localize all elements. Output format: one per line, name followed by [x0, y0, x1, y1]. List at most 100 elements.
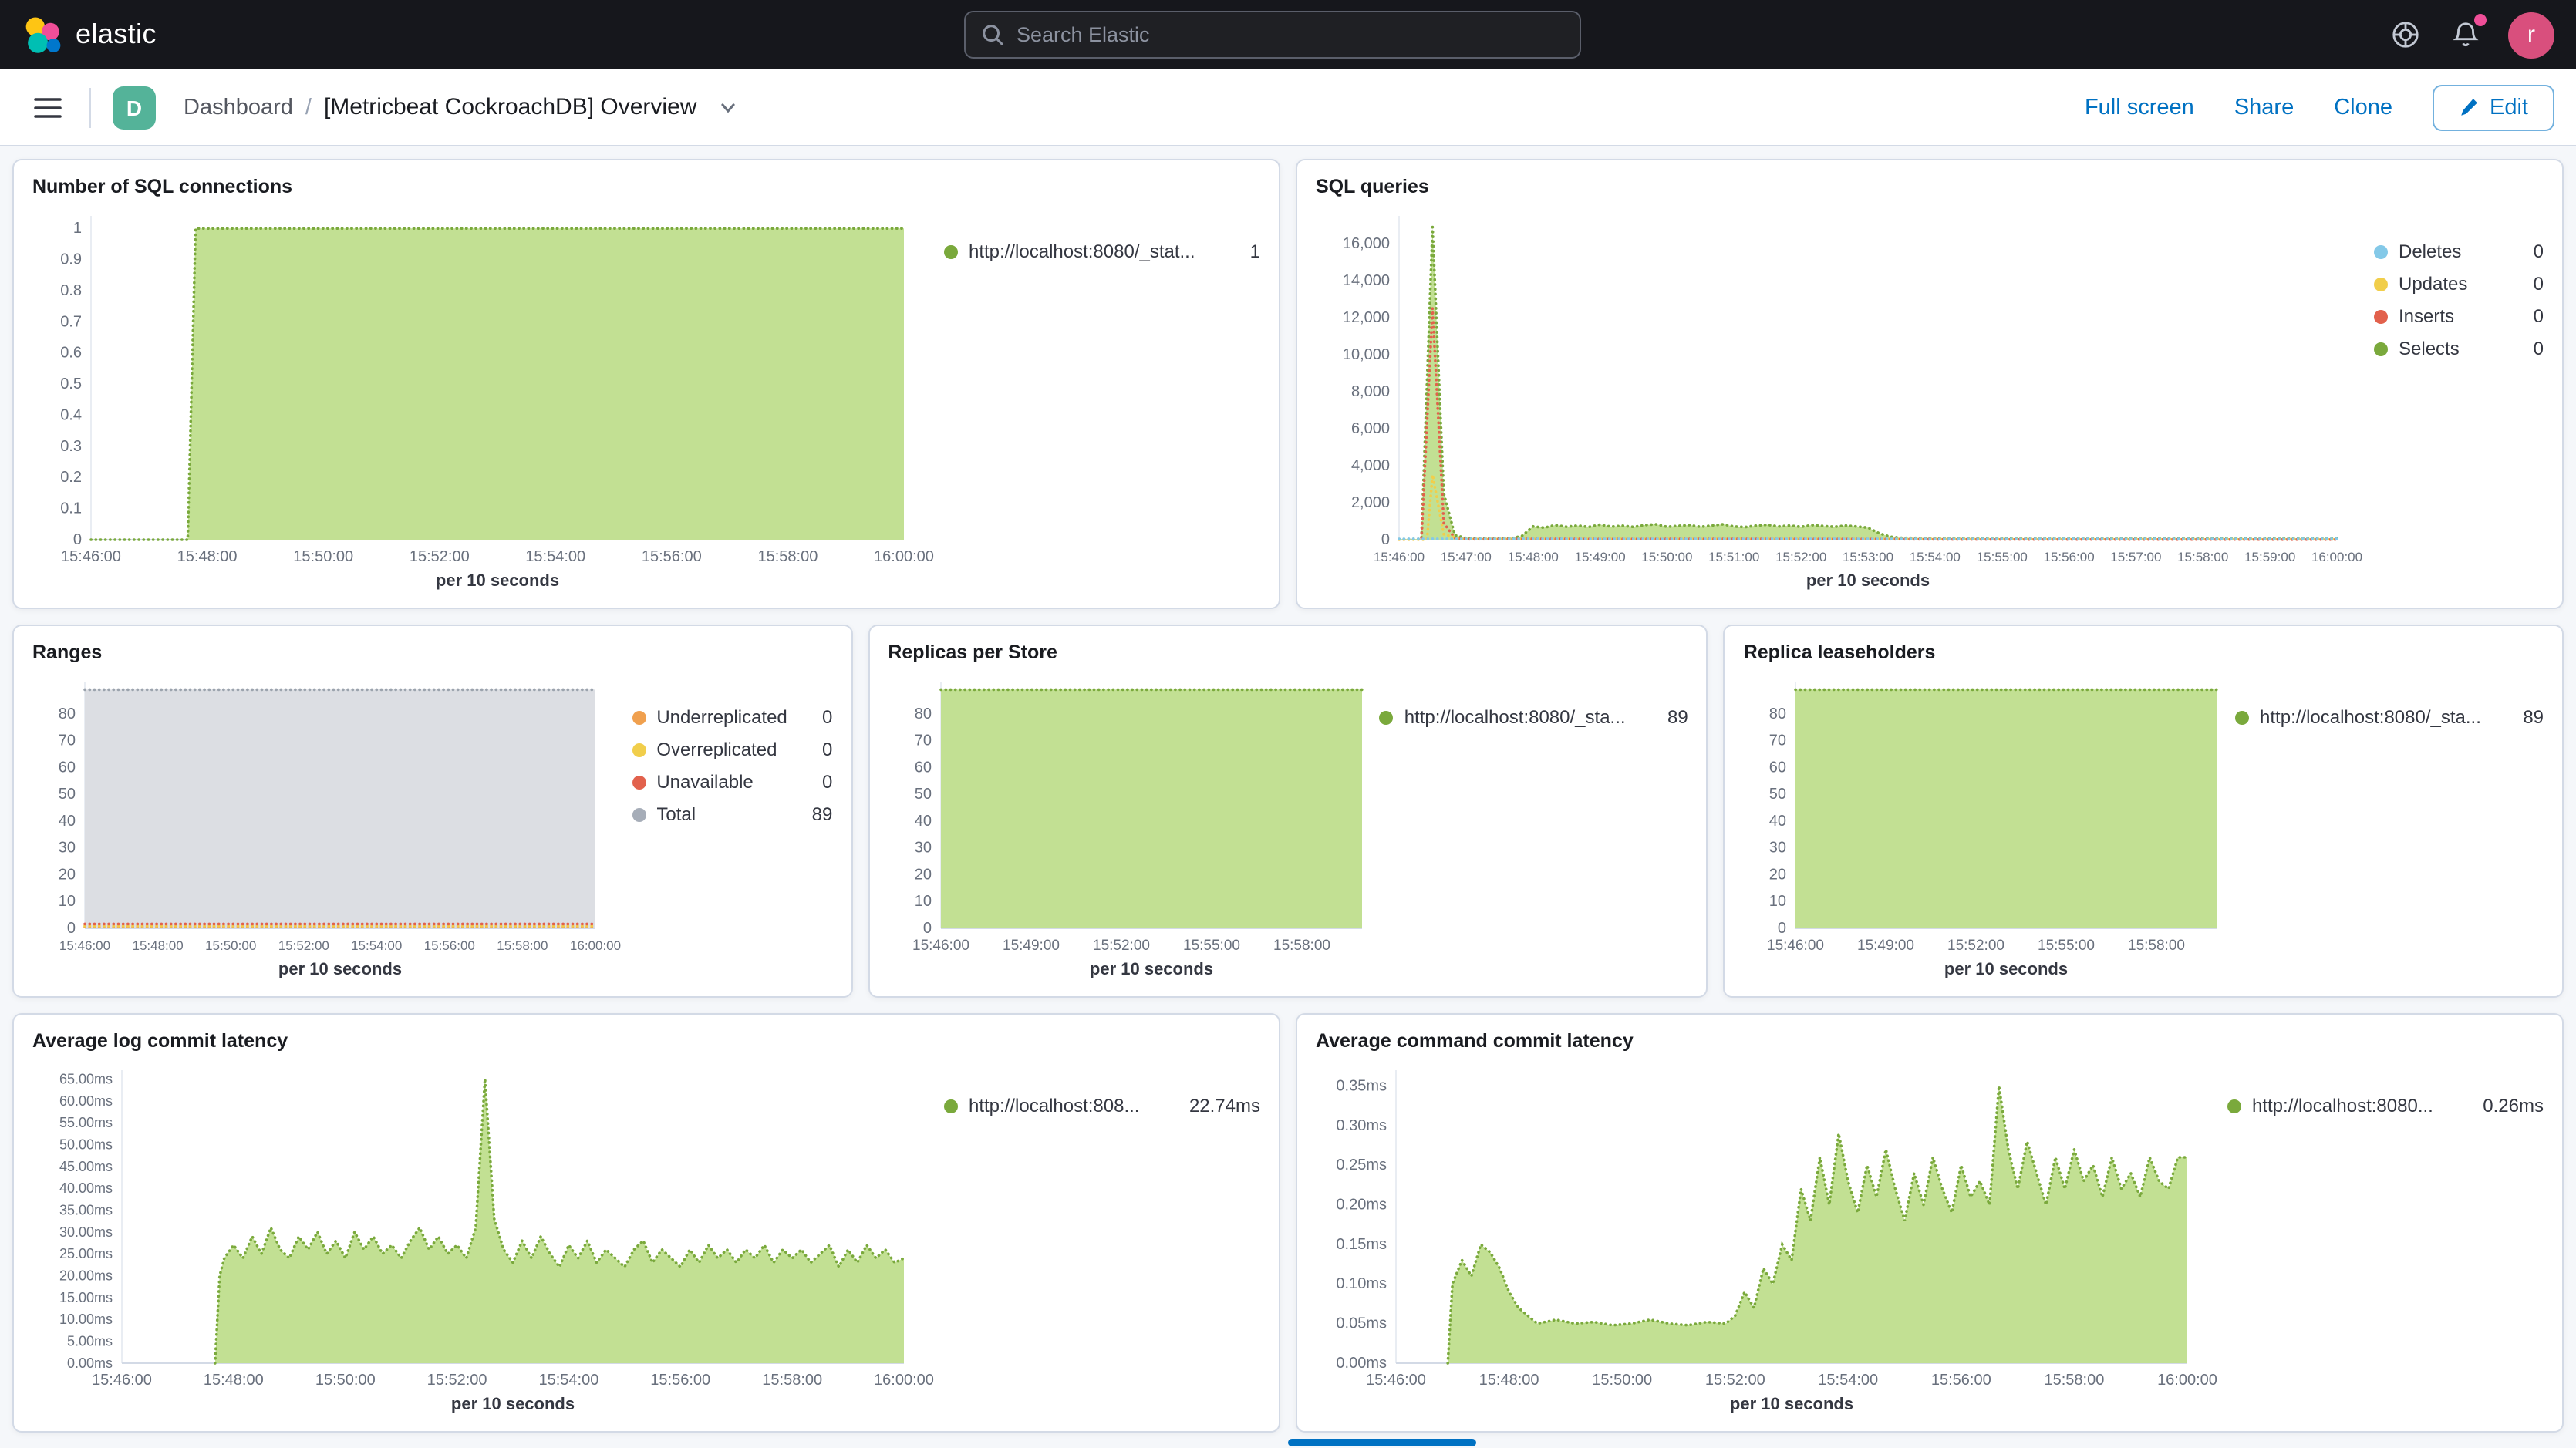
legend-value: 0 [822, 739, 832, 760]
dashboard-row-3: Average log commit latency 0.00ms5.00ms1… [12, 1013, 2564, 1433]
legend-value: 0 [822, 771, 832, 793]
svg-text:15:56:00: 15:56:00 [2044, 550, 2095, 564]
svg-text:80: 80 [59, 705, 76, 722]
svg-text:15.00ms: 15.00ms [59, 1290, 113, 1305]
user-avatar[interactable]: r [2508, 12, 2554, 58]
svg-text:15:54:00: 15:54:00 [538, 1372, 598, 1389]
legend-item[interactable]: http://localhost:8080/_sta...89 [1380, 706, 1688, 728]
legend-item[interactable]: Unavailable0 [632, 771, 832, 793]
svg-text:per 10 seconds: per 10 seconds [1806, 571, 1930, 590]
menu-icon[interactable] [22, 86, 74, 129]
edit-button[interactable]: Edit [2433, 84, 2554, 130]
legend-label: http://localhost:8080/_stat... [969, 241, 1239, 262]
svg-text:15:47:00: 15:47:00 [1441, 550, 1492, 564]
legend-label: http://localhost:8080... [2252, 1095, 2472, 1116]
legend-item[interactable]: Inserts0 [2374, 305, 2544, 327]
legend-dot [2235, 710, 2249, 724]
svg-text:per 10 seconds: per 10 seconds [436, 571, 559, 590]
svg-text:per 10 seconds: per 10 seconds [1945, 959, 2069, 978]
legend-value: 89 [812, 803, 833, 825]
global-search[interactable] [964, 11, 1581, 59]
legend-item[interactable]: Overreplicated 0 [632, 739, 832, 760]
avg-command-commit-latency-chart[interactable]: 0.00ms0.05ms0.10ms0.15ms0.20ms0.25ms0.30… [1316, 1055, 2227, 1419]
replica-leaseholders-chart[interactable]: 0102030405060708015:46:0015:49:0015:52:0… [1744, 666, 2235, 984]
svg-text:0.2: 0.2 [60, 469, 82, 486]
svg-text:30: 30 [59, 840, 76, 857]
full-screen-button[interactable]: Full screen [2085, 95, 2194, 120]
chevron-down-icon[interactable] [712, 92, 743, 123]
panel-title: Number of SQL connections [32, 176, 1260, 197]
legend-item[interactable]: http://localhost:8080/_stat...1 [944, 241, 1260, 262]
svg-text:15:58:00: 15:58:00 [762, 1372, 822, 1389]
svg-text:12,000: 12,000 [1343, 309, 1390, 326]
help-icon[interactable] [2388, 17, 2423, 52]
panel-title: Ranges [32, 641, 832, 663]
legend-label: Overreplicated [656, 739, 811, 760]
search-input[interactable] [1017, 23, 1564, 46]
space-badge[interactable]: D [113, 86, 156, 129]
svg-text:15:51:00: 15:51:00 [1708, 550, 1759, 564]
legend-item[interactable]: Deletes0 [2374, 241, 2544, 262]
svg-text:15:46:00: 15:46:00 [1374, 550, 1425, 564]
legend-label: http://localhost:8080/_sta... [1404, 706, 1657, 728]
svg-text:4,000: 4,000 [1351, 457, 1390, 474]
svg-text:per 10 seconds: per 10 seconds [451, 1394, 575, 1413]
breadcrumb-separator: / [305, 95, 312, 120]
breadcrumb: Dashboard / [Metricbeat CockroachDB] Ove… [184, 92, 743, 123]
svg-text:50.00ms: 50.00ms [59, 1137, 113, 1152]
page-title: [Metricbeat CockroachDB] Overview [324, 94, 697, 120]
svg-text:15:55:00: 15:55:00 [1977, 550, 2028, 564]
panel-title: Average log commit latency [32, 1030, 1260, 1052]
breadcrumb-dashboard[interactable]: Dashboard [184, 95, 293, 120]
svg-text:0.00ms: 0.00ms [1336, 1355, 1387, 1372]
legend-item[interactable]: http://localhost:808...22.74ms [944, 1095, 1260, 1116]
legend-item[interactable]: Total89 [632, 803, 832, 825]
svg-text:30: 30 [914, 840, 931, 857]
clone-button[interactable]: Clone [2334, 95, 2392, 120]
svg-text:20: 20 [1769, 866, 1786, 883]
legend-value: 0 [822, 706, 832, 728]
legend-item[interactable]: Underreplicated0 [632, 706, 832, 728]
ranges-chart[interactable]: 0102030405060708015:46:0015:48:0015:50:0… [32, 666, 632, 984]
dashboard-toolbar: D Dashboard / [Metricbeat CockroachDB] O… [0, 69, 2576, 146]
legend-item[interactable]: Selects0 [2374, 338, 2544, 359]
svg-text:15:54:00: 15:54:00 [525, 548, 585, 565]
legend-item[interactable]: Updates0 [2374, 273, 2544, 295]
svg-text:8,000: 8,000 [1351, 383, 1390, 400]
elastic-logo-icon [22, 15, 62, 55]
svg-text:10: 10 [914, 893, 931, 910]
svg-text:14,000: 14,000 [1343, 272, 1390, 289]
horizontal-scrollbar-thumb[interactable] [1288, 1439, 1476, 1446]
svg-text:10: 10 [59, 893, 76, 910]
svg-text:15:50:00: 15:50:00 [1592, 1372, 1652, 1389]
sql-queries-chart[interactable]: 02,0004,0006,0008,00010,00012,00014,0001… [1316, 200, 2374, 595]
chart-legend: http://localhost:808...22.74ms [944, 1055, 1260, 1419]
dashboard-row-1: Number of SQL connections 00.10.20.30.40… [12, 159, 2564, 609]
svg-text:0.25ms: 0.25ms [1336, 1157, 1387, 1174]
legend-dot [944, 1099, 958, 1113]
avg-log-commit-latency-chart[interactable]: 0.00ms5.00ms10.00ms15.00ms20.00ms25.00ms… [32, 1055, 944, 1419]
svg-text:15:54:00: 15:54:00 [351, 938, 402, 953]
panel-title: Replicas per Store [888, 641, 1688, 663]
panel-replica-leaseholders: Replica leaseholders 0102030405060708015… [1724, 625, 2564, 998]
svg-text:0.15ms: 0.15ms [1336, 1236, 1387, 1253]
dashboard-grid: Number of SQL connections 00.10.20.30.40… [0, 146, 2576, 1445]
svg-text:15:46:00: 15:46:00 [92, 1372, 152, 1389]
replicas-per-store-chart[interactable]: 0102030405060708015:46:0015:49:0015:52:0… [888, 666, 1379, 984]
legend-item[interactable]: http://localhost:8080/_sta...89 [2235, 706, 2544, 728]
panel-sql-queries: SQL queries 02,0004,0006,0008,00010,0001… [1296, 159, 2564, 609]
share-button[interactable]: Share [2234, 95, 2294, 120]
svg-text:15:48:00: 15:48:00 [204, 1372, 264, 1389]
svg-text:16:00:00: 16:00:00 [2311, 550, 2362, 564]
svg-text:80: 80 [1769, 705, 1786, 722]
svg-text:15:49:00: 15:49:00 [1858, 938, 1915, 954]
svg-text:16,000: 16,000 [1343, 235, 1390, 252]
legend-item[interactable]: http://localhost:8080...0.26ms [2227, 1095, 2544, 1116]
elastic-home-link[interactable]: elastic [22, 15, 157, 55]
pencil-icon [2459, 97, 2479, 117]
sql-connections-chart[interactable]: 00.10.20.30.40.50.60.70.80.9115:46:0015:… [32, 200, 944, 595]
svg-text:15:52:00: 15:52:00 [1705, 1372, 1765, 1389]
edit-button-label: Edit [2490, 95, 2528, 120]
svg-text:15:54:00: 15:54:00 [1818, 1372, 1878, 1389]
alerts-icon[interactable] [2448, 17, 2483, 52]
